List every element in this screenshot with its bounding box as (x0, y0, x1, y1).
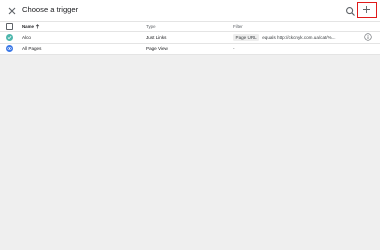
column-header-filter[interactable]: Filter (233, 22, 243, 31)
column-header-name[interactable]: Name (22, 22, 40, 31)
table-header: Name Type Filter (0, 21, 380, 32)
table-row[interactable]: All Pages Page View - (0, 44, 380, 55)
filter-condition: equals http://ckcnyk.com.ua/cat/%... (262, 34, 336, 40)
info-icon (364, 33, 372, 41)
filter-variable-chip: Page URL (233, 33, 260, 41)
close-icon (8, 7, 16, 15)
table-row[interactable]: Alco Just Links Page URL equals http://c… (0, 32, 380, 44)
trigger-type: Page View (146, 46, 168, 52)
trigger-filter: Page URL equals http://ckcnyk.com.ua/cat… (233, 32, 335, 43)
close-button[interactable] (6, 4, 18, 16)
trigger-table: Name Type Filter Alco Just Links Page UR… (0, 21, 380, 55)
trigger-type: Just Links (146, 34, 167, 40)
trigger-filter: - (233, 44, 235, 55)
column-header-type[interactable]: Type (146, 22, 156, 31)
trigger-name[interactable]: Alco (22, 32, 31, 43)
page-view-trigger-icon (6, 45, 13, 53)
info-button[interactable] (364, 32, 372, 43)
search-button[interactable] (345, 4, 356, 16)
plus-icon (363, 6, 370, 13)
link-click-trigger-icon (6, 33, 13, 41)
dialog-title: Choose a trigger (22, 5, 79, 14)
dialog-header: Choose a trigger (0, 0, 380, 21)
select-all-checkbox[interactable] (6, 23, 13, 30)
sort-arrow-up-icon (36, 24, 40, 29)
search-icon (346, 7, 355, 16)
filter-condition: - (233, 46, 235, 52)
add-trigger-button[interactable] (357, 2, 377, 18)
trigger-name[interactable]: All Pages (22, 44, 41, 55)
